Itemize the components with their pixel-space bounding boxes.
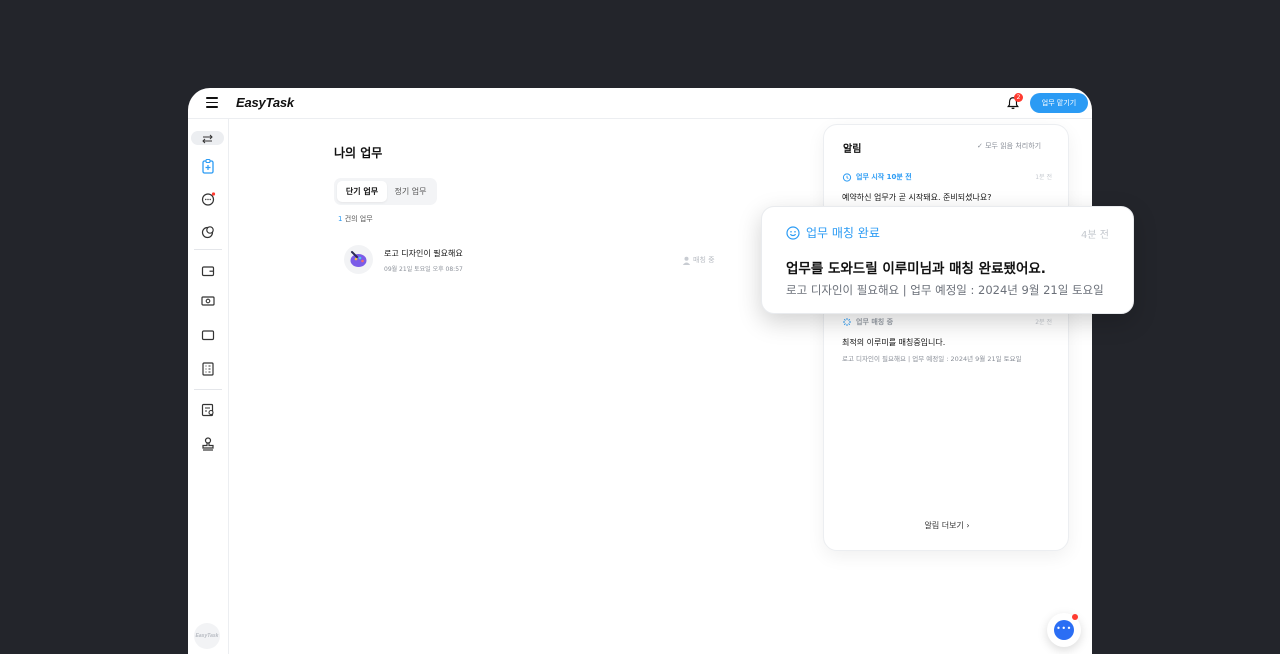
notification-item[interactable]: 업무 매칭 중 2분 전 최적의 이루미를 매칭중입니다. 로고 디자인이 필요… bbox=[842, 317, 1052, 363]
notification-type: 업무 시작 10분 전 bbox=[842, 172, 1052, 182]
coin-icon[interactable] bbox=[200, 224, 216, 240]
task-tabs: 단기 업무 정기 업무 bbox=[334, 178, 437, 205]
notification-item[interactable]: 업무 시작 10분 전 1분 전 예약하신 업무가 곧 시작돼요. 준비되셨나요… bbox=[842, 172, 1052, 203]
chat-bubble-icon[interactable] bbox=[200, 191, 216, 207]
tab-short-term[interactable]: 단기 업무 bbox=[337, 181, 387, 202]
cash-icon[interactable] bbox=[200, 293, 216, 309]
page-title: 나의 업무 bbox=[334, 146, 383, 160]
sidebar-divider bbox=[194, 249, 222, 250]
loading-icon bbox=[843, 318, 851, 326]
top-bar: EasyTask bbox=[188, 88, 1092, 119]
switch-mode-button[interactable] bbox=[191, 131, 224, 145]
task-row[interactable]: 로고 디자인이 필요해요 09월 21일 토요일 오후 08:57 매칭 중 bbox=[344, 245, 724, 275]
tab-regular[interactable]: 정기 업무 bbox=[387, 181, 434, 202]
notification-type-label: 업무 매칭 중 bbox=[856, 318, 894, 326]
chat-icon: ••• bbox=[1054, 620, 1074, 640]
task-status: 매칭 중 bbox=[682, 255, 715, 265]
app-logo[interactable]: EasyTask bbox=[236, 95, 294, 110]
match-complete-toast[interactable]: 업무 매칭 완료 4분 전 업무를 도와드릴 이루미님과 매칭 완료됐어요. 로… bbox=[761, 206, 1134, 314]
sidebar: EasyTask bbox=[188, 119, 229, 654]
menu-icon[interactable] bbox=[206, 97, 218, 109]
notification-message: 예약하신 업무가 곧 시작돼요. 준비되셨나요? bbox=[842, 193, 992, 202]
task-count: 1 건의 업무 bbox=[338, 214, 373, 224]
chat-badge bbox=[1072, 614, 1078, 620]
toast-type-label: 업무 매칭 완료 bbox=[806, 226, 880, 240]
notification-panel: 알림 ✓ 모두 읽음 처리하기 업무 시작 10분 전 1분 전 예약하신 업무… bbox=[823, 124, 1069, 551]
more-notifications-label: 알림 더보기 bbox=[924, 521, 964, 530]
task-count-label: 건의 업무 bbox=[342, 215, 373, 223]
toast-message: 업무를 도와드릴 이루미님과 매칭 완료됐어요. bbox=[786, 261, 1046, 277]
notification-time: 1분 전 bbox=[1035, 174, 1052, 181]
certificate-icon[interactable] bbox=[200, 402, 216, 418]
wallet-icon[interactable] bbox=[200, 263, 216, 279]
notification-type: 업무 매칭 중 bbox=[842, 317, 1052, 327]
receipt-icon[interactable] bbox=[200, 361, 216, 377]
task-date: 09월 21일 토요일 오후 08:57 bbox=[384, 266, 463, 273]
person-icon bbox=[682, 256, 691, 265]
notification-time: 2분 전 bbox=[1035, 319, 1052, 326]
request-task-button[interactable]: 업무 맡기기 bbox=[1030, 93, 1088, 113]
notification-type-label: 업무 시작 10분 전 bbox=[856, 173, 912, 181]
smile-icon bbox=[786, 225, 800, 240]
palette-icon bbox=[350, 251, 367, 267]
chevron-right-icon: › bbox=[966, 521, 970, 530]
stamp-icon[interactable] bbox=[200, 436, 216, 452]
switch-icon bbox=[202, 134, 213, 144]
alarm-icon bbox=[842, 173, 852, 182]
task-clipboard-icon[interactable] bbox=[200, 158, 216, 174]
read-all-button[interactable]: ✓ 모두 읽음 처리하기 bbox=[977, 141, 1041, 151]
sidebar-logo: EasyTask bbox=[194, 623, 220, 649]
card-icon[interactable] bbox=[200, 327, 216, 343]
toast-type: 업무 매칭 완료 bbox=[786, 224, 880, 241]
notification-panel-title: 알림 bbox=[843, 144, 862, 155]
notification-detail: 로고 디자인이 필요해요 | 업무 예정일 : 2024년 9월 21일 토요일 bbox=[842, 355, 1022, 363]
read-all-label: 모두 읽음 처리하기 bbox=[985, 142, 1042, 150]
notification-count-badge: 2 bbox=[1014, 93, 1023, 102]
toast-detail: 로고 디자인이 필요해요 | 업무 예정일 : 2024년 9월 21일 토요일 bbox=[786, 283, 1104, 297]
check-icon: ✓ bbox=[977, 142, 983, 150]
task-status-label: 매칭 중 bbox=[693, 256, 715, 264]
task-avatar bbox=[344, 245, 373, 274]
task-title: 로고 디자인이 필요해요 bbox=[384, 249, 463, 258]
more-notifications-link[interactable]: 알림 더보기 › bbox=[824, 520, 1070, 531]
sidebar-divider bbox=[194, 389, 222, 390]
toast-time: 4분 전 bbox=[1081, 230, 1109, 241]
notification-message: 최적의 이루미를 매칭중입니다. bbox=[842, 338, 946, 347]
